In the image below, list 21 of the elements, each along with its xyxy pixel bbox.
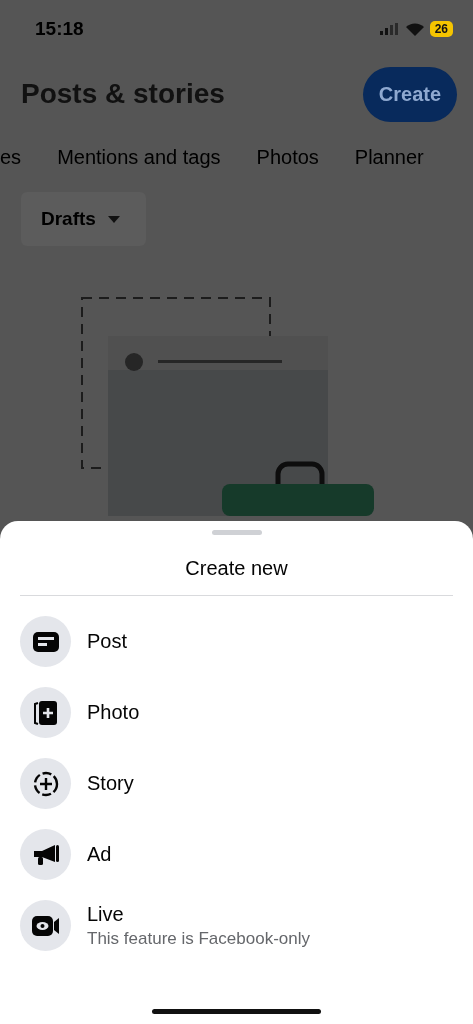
create-button[interactable]: Create xyxy=(363,66,457,122)
battery-level: 26 xyxy=(429,21,453,37)
signal-icon xyxy=(379,23,400,35)
menu-item[interactable]: Story xyxy=(20,758,453,809)
menu-item[interactable]: Live This feature is Facebook-only xyxy=(20,900,453,951)
menu-item[interactable]: Photo xyxy=(20,687,453,738)
drafts-dropdown[interactable]: Drafts xyxy=(21,192,146,246)
wifi-icon xyxy=(405,22,424,36)
menu-item[interactable]: Ad xyxy=(20,829,453,880)
menu-item[interactable]: Post xyxy=(20,616,453,667)
story-add-icon xyxy=(32,770,59,797)
post-icon xyxy=(32,631,59,652)
item-subtitle: This feature is Facebook-only xyxy=(87,928,310,949)
page-title: Posts & stories xyxy=(21,78,225,110)
status-time: 15:18 xyxy=(35,18,84,40)
sheet-title: Create new xyxy=(20,557,453,596)
photo-add-icon xyxy=(32,699,59,726)
caret-icon xyxy=(107,215,120,223)
video-camera-icon xyxy=(31,915,60,936)
sheet-handle[interactable] xyxy=(211,530,262,535)
megaphone-icon xyxy=(32,843,59,866)
